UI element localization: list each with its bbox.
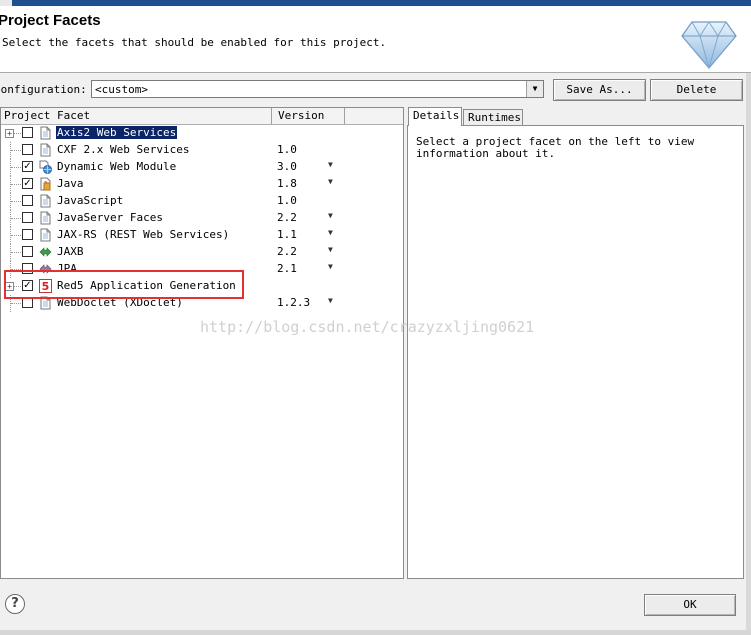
details-panel: Details Runtimes Select a project facet … [407, 107, 744, 579]
configuration-value: <custom> [95, 83, 148, 96]
table-row[interactable]: + Axis2 Web Services [1, 125, 403, 142]
doc-icon [39, 228, 52, 242]
tree-connector [14, 133, 21, 135]
jaxb-icon [39, 245, 52, 259]
facet-version[interactable]: 1.8 [277, 177, 297, 190]
tab-runtimes[interactable]: Runtimes [463, 109, 523, 125]
page-description: Select the facets that should be enabled… [2, 36, 387, 49]
tree-connector [11, 150, 21, 152]
chevron-down-icon[interactable]: ▼ [526, 81, 543, 97]
checkbox-checked[interactable]: ✓ [22, 161, 33, 172]
facet-name[interactable]: Axis2 Web Services [56, 126, 178, 139]
tree-connector [11, 184, 21, 186]
save-as-button[interactable]: Save As... [553, 79, 646, 101]
facet-version: 1.0 [277, 143, 297, 156]
facet-version[interactable]: 2.2 [277, 211, 297, 224]
chevron-down-icon[interactable]: ▼ [328, 296, 333, 305]
window-right-edge [746, 73, 751, 635]
page-title: Project Facets [0, 12, 101, 29]
checkbox-unchecked[interactable] [22, 144, 33, 155]
annotation-highlight-box [4, 270, 244, 299]
table-row[interactable]: ✓ Java 1.8 ▼ [1, 176, 403, 193]
diamond-icon [681, 21, 737, 70]
facet-version: 1.0 [277, 194, 297, 207]
column-divider[interactable] [344, 108, 345, 124]
tree-connector [11, 303, 21, 305]
web-module-icon [39, 160, 52, 174]
column-header-version[interactable]: Version [278, 109, 324, 122]
dialog-header: Project Facets Select the facets that sh… [0, 6, 751, 73]
table-row[interactable]: ✓ Dynamic Web Module 3.0 ▼ [1, 159, 403, 176]
chevron-down-icon[interactable]: ▼ [328, 245, 333, 254]
table-row[interactable]: JavaScript 1.0 [1, 193, 403, 210]
chevron-down-icon[interactable]: ▼ [328, 160, 333, 169]
facet-name[interactable]: JavaServer Faces [56, 211, 164, 224]
facet-name[interactable]: CXF 2.x Web Services [56, 143, 190, 156]
configuration-combo[interactable]: <custom> ▼ [91, 80, 544, 98]
checkbox-unchecked[interactable] [22, 127, 33, 138]
chevron-down-icon[interactable]: ▼ [328, 262, 333, 271]
column-header-facet[interactable]: Project Facet [4, 109, 90, 122]
ok-button[interactable]: OK [644, 594, 736, 616]
facet-name[interactable]: Dynamic Web Module [56, 160, 177, 173]
doc-icon [39, 194, 52, 208]
window-bottom-edge [0, 630, 751, 635]
chevron-down-icon[interactable]: ▼ [328, 177, 333, 186]
java-icon [39, 177, 52, 191]
tree-connector [11, 235, 21, 237]
doc-icon [39, 211, 52, 225]
expand-icon[interactable]: + [5, 129, 14, 138]
tree-connector [11, 201, 21, 203]
details-text: Select a project facet on the left to vi… [416, 135, 695, 160]
chevron-down-icon[interactable]: ▼ [328, 228, 333, 237]
facet-version[interactable]: 2.2 [277, 245, 297, 258]
facet-name[interactable]: JAXB [56, 245, 85, 258]
facet-version[interactable]: 1.1 [277, 228, 297, 241]
facet-name[interactable]: Java [56, 177, 85, 190]
checkbox-unchecked[interactable] [22, 195, 33, 206]
facet-name[interactable]: JavaScript [56, 194, 124, 207]
tree-connector [11, 218, 21, 220]
facet-version[interactable]: 1.2.3 [277, 296, 310, 309]
configuration-label: Configuration: [0, 83, 87, 96]
table-row[interactable]: JAXB 2.2 ▼ [1, 244, 403, 261]
tree-connector [11, 167, 21, 169]
facet-version[interactable]: 3.0 [277, 160, 297, 173]
tree-connector [11, 252, 21, 254]
facet-version[interactable]: 2.1 [277, 262, 297, 275]
checkbox-unchecked[interactable] [22, 229, 33, 240]
doc-icon [39, 143, 52, 157]
checkbox-checked[interactable]: ✓ [22, 178, 33, 189]
tab-details[interactable]: Details [408, 107, 462, 126]
table-row[interactable]: CXF 2.x Web Services 1.0 [1, 142, 403, 159]
folder-doc-icon [39, 126, 52, 140]
column-divider[interactable] [271, 108, 272, 124]
checkbox-unchecked[interactable] [22, 212, 33, 223]
table-row[interactable]: JavaServer Faces 2.2 ▼ [1, 210, 403, 227]
watermark: http://blog.csdn.net/crazyzxljing0621 [200, 318, 535, 336]
table-header: Project Facet Version [1, 108, 403, 125]
help-icon[interactable]: ? [5, 594, 25, 614]
chevron-down-icon[interactable]: ▼ [328, 211, 333, 220]
facet-name[interactable]: JAX-RS (REST Web Services) [56, 228, 230, 241]
facets-table: Project Facet Version + Axis2 Web Service… [0, 107, 404, 579]
delete-button[interactable]: Delete [650, 79, 743, 101]
checkbox-unchecked[interactable] [22, 246, 33, 257]
table-row[interactable]: JAX-RS (REST Web Services) 1.1 ▼ [1, 227, 403, 244]
details-content: Select a project facet on the left to vi… [407, 125, 744, 579]
